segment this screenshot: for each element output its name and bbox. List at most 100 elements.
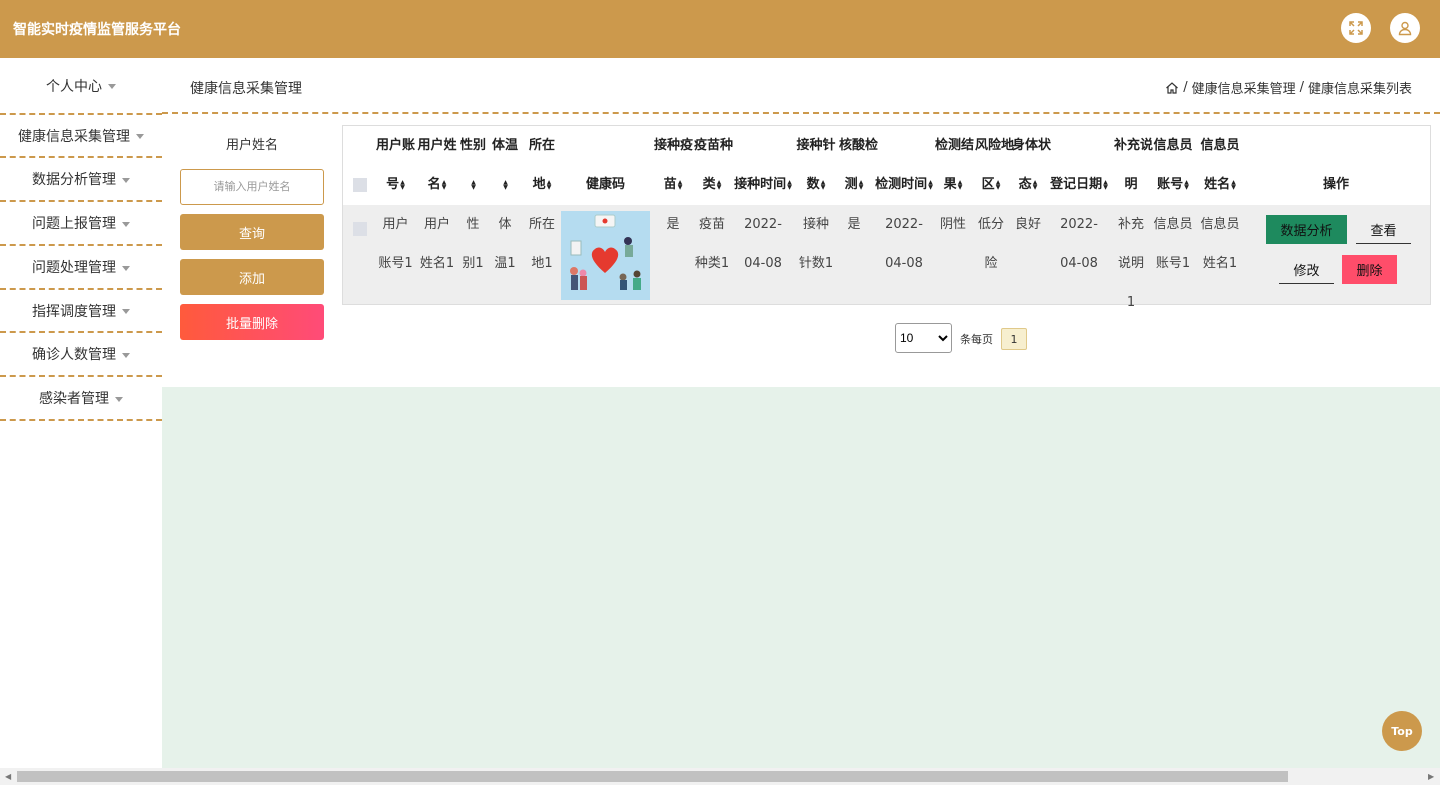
sort-icon[interactable]: ▲ ▼ <box>1033 179 1038 190</box>
column-header: 明 <box>1114 165 1148 204</box>
data-analysis-button[interactable]: 数据分析 <box>1266 215 1347 244</box>
table-cell: 信息员 <box>1200 217 1240 232</box>
column-header: 健康码 <box>561 165 650 204</box>
table-cell: 接种 <box>802 217 829 232</box>
sidebar-item-infected[interactable]: 感染者管理 <box>0 377 162 421</box>
sidebar-item-issue-handling[interactable]: 问题处理管理 <box>0 246 162 290</box>
view-button[interactable]: 查看 <box>1356 215 1411 244</box>
username-search-input[interactable] <box>180 169 324 205</box>
sidebar-item-label: 确诊人数管理 <box>32 347 116 363</box>
sort-icon[interactable]: ▲ ▼ <box>859 179 864 190</box>
sort-icon[interactable]: ▲ ▼ <box>928 179 933 190</box>
column-header[interactable]: 登记日期▲ ▼ <box>1047 165 1111 204</box>
column-header-label: 健康码 <box>585 177 625 192</box>
row-checkbox[interactable] <box>353 222 367 236</box>
data-table: 用户账 号▲ ▼ 用户姓 名▲ ▼ 性别 ▲ ▼ 体温 ▲ ▼ 所在 地▲ ▼ 健康码 接种疫 苗▲ ▼ 疫苗种 类▲ ▼… <box>342 125 1431 310</box>
sort-icon[interactable]: ▲ ▼ <box>1103 179 1108 190</box>
sort-icon[interactable]: ▲ ▼ <box>547 179 552 190</box>
user-button[interactable] <box>1390 13 1420 43</box>
column-header-label: 地 <box>532 177 546 192</box>
delete-button[interactable]: 删除 <box>1342 255 1397 284</box>
column-header-label: 检测时间 <box>875 177 928 192</box>
home-icon[interactable] <box>1165 81 1179 95</box>
table-cell: 04-08 <box>1060 256 1098 271</box>
sidebar-item-label: 问题处理管理 <box>32 260 116 276</box>
table-cell: 2022- <box>744 217 782 232</box>
table-cell: 险 <box>984 256 998 271</box>
table-cell: 账号1 <box>378 256 413 271</box>
column-header[interactable]: 接种时间▲ ▼ <box>732 165 794 204</box>
sort-icon[interactable]: ▲ ▼ <box>787 179 792 190</box>
column-header-line1: 用户账 <box>376 138 416 153</box>
table-cell: 种类1 <box>694 256 730 271</box>
batch-delete-button[interactable]: 批量删除 <box>180 304 324 340</box>
column-header[interactable]: 地▲ ▼ <box>522 165 562 204</box>
sort-icon[interactable]: ▲ ▼ <box>678 179 683 190</box>
column-header-line1: 信息员 <box>1200 138 1240 153</box>
caret-down-icon <box>115 396 123 402</box>
column-header-line1: 所在 <box>528 138 555 153</box>
column-header[interactable]: 名▲ ▼ <box>417 165 457 204</box>
column-header[interactable]: 检测时间▲ ▼ <box>873 165 935 204</box>
scroll-left-icon[interactable]: ◀ <box>5 772 11 781</box>
sort-icon[interactable]: ▲ ▼ <box>442 179 447 190</box>
sidebar-item-personal-center[interactable]: 个人中心 <box>0 58 162 115</box>
sidebar-item-dispatch[interactable]: 指挥调度管理 <box>0 290 162 333</box>
table-row: 用户 账号1 用户 姓名1 性别1 体温1 所在 地1 是 疫苗 种类1 2022- 04-08 接种 针数… <box>343 205 1430 310</box>
sort-icon[interactable]: ▲ ▼ <box>1231 179 1236 190</box>
select-all-checkbox[interactable] <box>353 178 367 192</box>
column-header[interactable]: 区▲ ▼ <box>975 165 1007 204</box>
sort-icon[interactable]: ▲ ▼ <box>1184 179 1189 190</box>
content-area <box>162 387 1440 768</box>
column-header[interactable]: 果▲ ▼ <box>935 165 971 204</box>
scrollbar-thumb[interactable] <box>17 771 1288 782</box>
sidebar-item-issue-report[interactable]: 问题上报管理 <box>0 202 162 246</box>
column-header-line1: 接种针 <box>796 138 836 153</box>
query-button[interactable]: 查询 <box>180 214 324 250</box>
fullscreen-button[interactable] <box>1341 13 1371 43</box>
sort-icon[interactable]: ▲ ▼ <box>400 179 405 190</box>
horizontal-scrollbar[interactable]: ◀ ▶ <box>0 768 1440 785</box>
column-header-line1: 疫苗种 <box>694 138 734 153</box>
column-header[interactable]: 态▲ ▼ <box>1012 165 1044 204</box>
back-to-top-button[interactable]: Top <box>1382 711 1422 751</box>
sort-icon[interactable]: ▲ ▼ <box>958 179 963 190</box>
sort-icon[interactable]: ▲ ▼ <box>471 179 476 190</box>
column-header[interactable]: ▲ ▼ <box>459 165 487 204</box>
table-cell: 2022- <box>1060 217 1098 232</box>
page-size-select[interactable]: 10 <box>895 323 952 353</box>
table-cell: 姓名1 <box>419 256 455 271</box>
column-header-label: 苗 <box>663 177 677 192</box>
sidebar-item-data-analysis[interactable]: 数据分析管理 <box>0 158 162 202</box>
add-button[interactable]: 添加 <box>180 259 324 295</box>
column-header[interactable]: 测▲ ▼ <box>839 165 869 204</box>
page-number-1[interactable]: 1 <box>1001 328 1027 350</box>
column-header[interactable]: 账号▲ ▼ <box>1151 165 1195 204</box>
sort-icon[interactable]: ▲ ▼ <box>821 179 826 190</box>
sidebar-item-confirmed-count[interactable]: 确诊人数管理 <box>0 333 162 377</box>
table-cell: 针数1 <box>798 256 834 271</box>
caret-down-icon <box>136 134 144 139</box>
page-title: 健康信息采集管理 <box>190 81 302 97</box>
table-cell: 姓名1 <box>1202 256 1238 271</box>
column-header-line1: 性别 <box>459 138 486 153</box>
sort-icon[interactable]: ▲ ▼ <box>503 179 508 190</box>
breadcrumb-item[interactable]: 健康信息采集管理 <box>1192 78 1296 97</box>
edit-button[interactable]: 修改 <box>1279 255 1334 284</box>
column-header[interactable]: ▲ ▼ <box>491 165 519 204</box>
column-header[interactable]: 号▲ ▼ <box>376 165 415 204</box>
column-header[interactable]: 苗▲ ▼ <box>654 165 692 204</box>
sort-icon[interactable]: ▲ ▼ <box>717 179 722 190</box>
column-header[interactable]: 数▲ ▼ <box>796 165 836 204</box>
sort-icon[interactable]: ▲ ▼ <box>996 179 1001 190</box>
table-cell: 温1 <box>494 256 516 271</box>
column-header-label: 数 <box>806 177 820 192</box>
sidebar-item-health-info[interactable]: 健康信息采集管理 <box>0 115 162 158</box>
table-cell: 04-08 <box>885 256 923 271</box>
sidebar-item-label: 问题上报管理 <box>32 216 116 232</box>
column-header-label: 明 <box>1124 177 1138 192</box>
breadcrumb: / 健康信息采集管理 / 健康信息采集列表 <box>1165 78 1412 97</box>
column-header[interactable]: 姓名▲ ▼ <box>1197 165 1243 204</box>
column-header[interactable]: 类▲ ▼ <box>694 165 730 204</box>
scroll-right-icon[interactable]: ▶ <box>1428 772 1434 781</box>
